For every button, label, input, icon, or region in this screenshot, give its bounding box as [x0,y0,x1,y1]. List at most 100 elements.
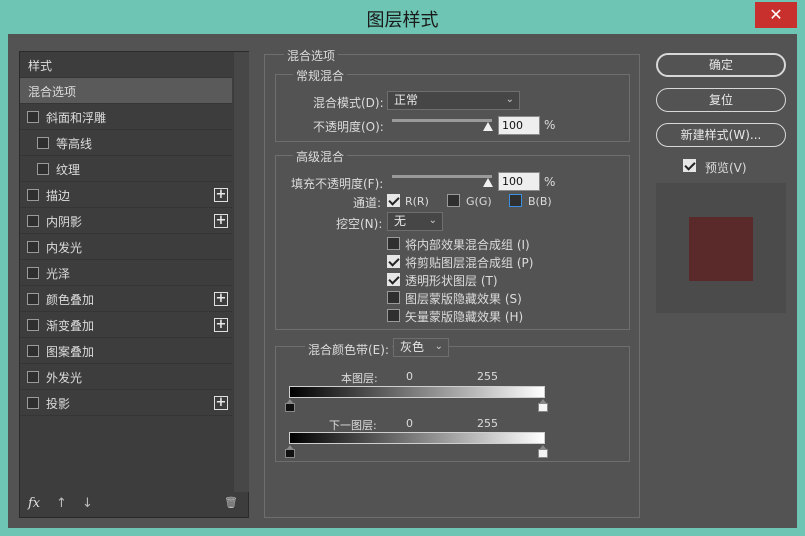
style-checkbox[interactable] [27,189,39,201]
fill-opacity-slider-thumb[interactable] [483,178,493,187]
styles-header-label: 样式 [28,59,53,73]
add-icon[interactable]: + [214,188,228,202]
knockout-value: 无 [394,214,407,228]
advanced-option-checkbox[interactable] [387,273,400,286]
fill-opacity-input[interactable]: 100 [498,172,540,191]
advanced-option-checkbox[interactable] [387,237,400,250]
fill-opacity-unit: % [544,175,556,189]
styles-bottom-bar: fx ↑ ↓ 🗑 [20,492,248,518]
styles-item-label: 图案叠加 [46,345,95,359]
fill-opacity-slider-track[interactable] [392,175,492,178]
channel-g-checkbox[interactable] [447,194,460,207]
styles-item[interactable]: 等高线 [20,130,232,156]
chevron-down-icon: ⌄ [505,94,514,105]
chevron-down-icon: ⌄ [428,215,437,226]
styles-list: 样式 混合选项 斜面和浮雕等高线纹理描边 + 内阴影 + 内发光光泽颜色叠加 + 渐变叠加 +… [20,52,232,492]
styles-item-blending-options[interactable]: 混合选项 [20,78,232,104]
styles-item[interactable]: 图案叠加 [20,338,232,364]
knockout-select[interactable]: 无 ⌄ [387,212,443,231]
style-checkbox[interactable] [37,163,49,175]
style-checkbox[interactable] [27,293,39,305]
style-checkbox[interactable] [27,345,39,357]
styles-item[interactable]: 内发光 [20,234,232,260]
add-icon[interactable]: + [214,292,228,306]
style-checkbox[interactable] [27,371,39,383]
styles-item[interactable]: 外发光 [20,364,232,390]
channel-r-label: R(R) [405,195,429,208]
new-style-button[interactable]: 新建样式(W)... [656,123,786,147]
blend-if-select[interactable]: 灰色 ⌄ [393,338,449,357]
styles-scrollbar[interactable] [234,52,249,492]
advanced-option-label: 透明形状图层 (T) [405,274,498,288]
styles-item[interactable]: 内阴影 + [20,208,232,234]
advanced-option-checkbox[interactable] [387,255,400,268]
general-blending-title: 常规混合 [293,67,348,84]
style-checkbox[interactable] [27,267,39,279]
opacity-input[interactable]: 100 [498,116,540,135]
blend-mode-label: 混合模式(D): [313,96,384,110]
advanced-option-checkbox[interactable] [387,309,400,322]
styles-item-label: 混合选项 [28,85,77,99]
styles-item[interactable]: 光泽 [20,260,232,286]
styles-item-label: 光泽 [46,267,71,281]
advanced-option-label: 图层蒙版隐藏效果 (S) [405,292,522,306]
add-icon[interactable]: + [214,396,228,410]
underlying-layer-white-stop[interactable] [538,445,548,458]
styles-item[interactable]: 渐变叠加 + [20,312,232,338]
channel-b-checkbox[interactable] [509,194,522,207]
preview-pane [656,183,786,313]
styles-item[interactable]: 纹理 [20,156,232,182]
styles-item-label: 内发光 [46,241,83,255]
preview-checkbox[interactable] [683,159,696,172]
opacity-slider-track[interactable] [392,119,492,122]
advanced-option-checkbox[interactable] [387,291,400,304]
move-down-icon[interactable]: ↓ [82,496,93,511]
blend-if-value: 灰色 [400,340,425,354]
style-checkbox[interactable] [27,241,39,253]
blend-if-label: 混合颜色带(E): [305,341,392,358]
chevron-down-icon: ⌄ [434,341,443,352]
style-checkbox[interactable] [27,111,39,123]
styles-item-label: 投影 [46,397,71,411]
this-layer-black-stop[interactable] [285,399,295,412]
styles-item[interactable]: 投影 + [20,390,232,416]
move-up-icon[interactable]: ↑ [56,496,67,511]
styles-item-label: 颜色叠加 [46,293,95,307]
window-title: 图层样式 [366,10,439,31]
underlying-layer-max: 255 [477,417,498,430]
style-checkbox[interactable] [37,137,49,149]
blend-mode-select[interactable]: 正常 ⌄ [387,91,520,110]
channel-b-label: B(B) [528,195,552,208]
close-button[interactable]: ✕ [755,2,797,28]
fill-opacity-label: 填充不透明度(F): [291,177,384,191]
styles-item[interactable]: 颜色叠加 + [20,286,232,312]
style-checkbox[interactable] [27,319,39,331]
underlying-layer-black-stop[interactable] [285,445,295,458]
underlying-layer-label: 下一图层: [329,419,377,432]
styles-item-label: 斜面和浮雕 [46,111,107,125]
this-layer-label: 本图层: [341,372,378,385]
this-layer-gradient [289,386,545,398]
styles-header[interactable]: 样式 [20,52,232,78]
reset-button[interactable]: 复位 [656,88,786,112]
style-checkbox[interactable] [27,397,39,409]
preview-swatch [689,217,753,281]
opacity-slider-thumb[interactable] [483,122,493,131]
advanced-option-label: 将内部效果混合成组 (I) [405,238,530,252]
channel-r-checkbox[interactable] [387,194,400,207]
this-layer-white-stop[interactable] [538,399,548,412]
style-checkbox[interactable] [27,215,39,227]
styles-item[interactable]: 描边 + [20,182,232,208]
ok-button[interactable]: 确定 [656,53,786,77]
add-icon[interactable]: + [214,318,228,332]
styles-item[interactable]: 斜面和浮雕 [20,104,232,130]
styles-item-label: 等高线 [56,137,93,151]
styles-item-label: 渐变叠加 [46,319,95,333]
add-icon[interactable]: + [214,214,228,228]
fx-icon[interactable]: fx [28,496,40,511]
styles-item-label: 外发光 [46,371,83,385]
styles-item-label: 纹理 [56,163,81,177]
styles-panel: 样式 混合选项 斜面和浮雕等高线纹理描边 + 内阴影 + 内发光光泽颜色叠加 + 渐变叠加 +… [19,51,249,518]
underlying-layer-min: 0 [406,417,413,430]
trash-icon[interactable]: 🗑 [224,496,238,509]
